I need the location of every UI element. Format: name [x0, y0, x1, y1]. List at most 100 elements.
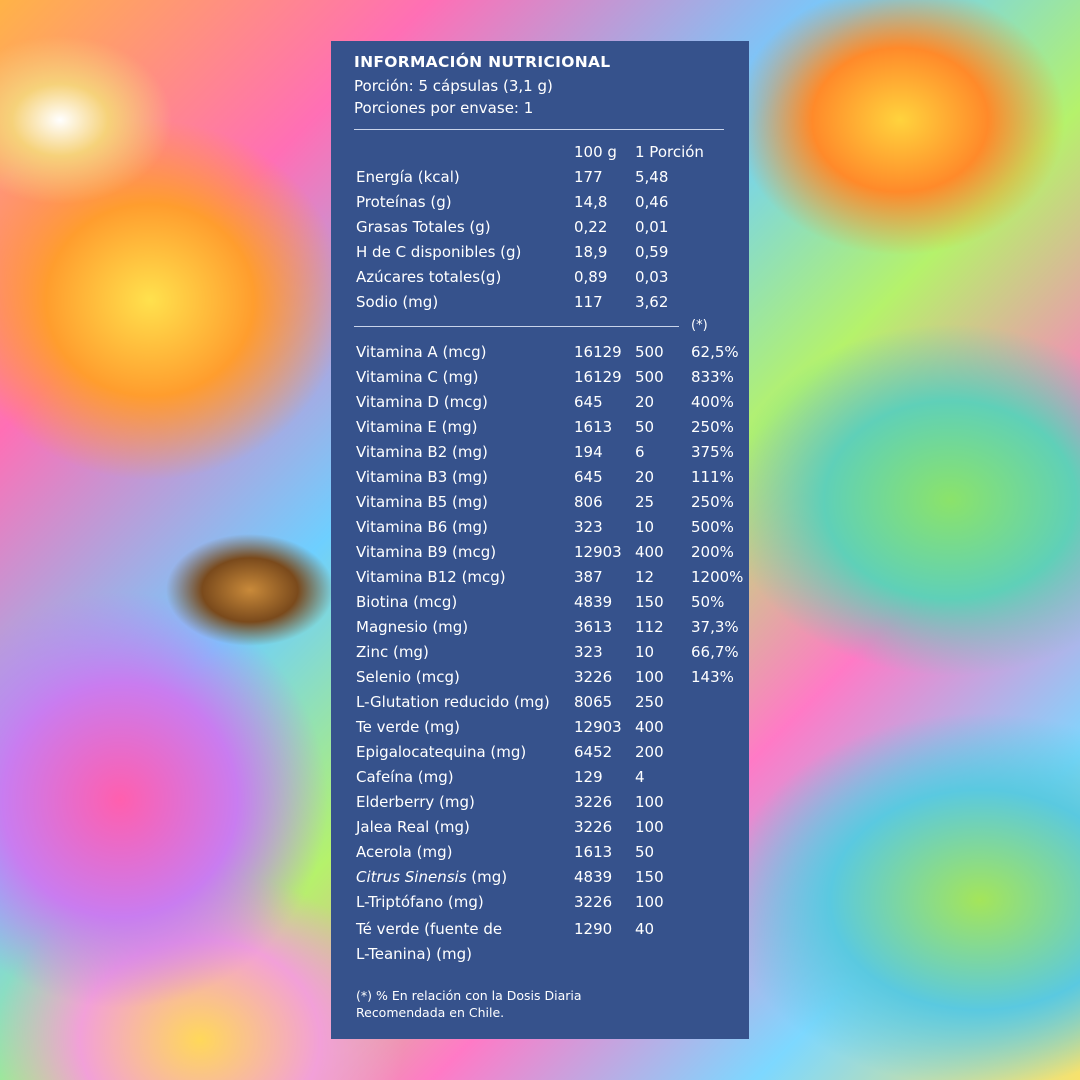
item-name: Sodio (mg) [356, 293, 439, 311]
item-dose-pct: 833% [691, 368, 734, 386]
table-row: Vitamina B3 (mg) 645 20 111% [331, 465, 749, 490]
item-name: Elderberry (mg) [356, 793, 475, 811]
table-row: Zinc (mg) 323 10 66,7% [331, 640, 749, 665]
item-per-portion: 400 [635, 718, 664, 736]
table-row: Jalea Real (mg) 3226 100 [331, 815, 749, 840]
item-name: L-Glutation reducido (mg) [356, 693, 550, 711]
item-name-suffix: (mg) [466, 868, 508, 886]
item-per-portion: 250 [635, 693, 664, 711]
table-row: Sodio (mg) 117 3,62 [331, 290, 749, 315]
item-per-portion: 0,03 [635, 268, 669, 286]
item-per-portion: 50 [635, 843, 655, 861]
item-name: Vitamina E (mg) [356, 418, 478, 436]
item-per-100g: 387 [574, 568, 603, 586]
item-name: Citrus Sinensis (mg) [356, 865, 507, 890]
item-per-100g: 194 [574, 443, 603, 461]
item-name: Acerola (mg) [356, 843, 453, 861]
item-per-portion: 6 [635, 443, 645, 461]
item-dose-pct: 66,7% [691, 643, 739, 661]
item-per-portion: 10 [635, 643, 655, 661]
item-per-100g: 16129 [574, 343, 622, 361]
item-per-portion: 100 [635, 668, 664, 686]
table-row: Vitamina B9 (mcg) 12903 400 200% [331, 540, 749, 565]
table-row: Proteínas (g) 14,8 0,46 [331, 190, 749, 215]
item-per-portion: 5,48 [635, 168, 669, 186]
item-per-100g: 12903 [574, 718, 622, 736]
item-per-portion: 40 [635, 920, 655, 938]
item-name: Te verde (mg) [356, 718, 460, 736]
table-row-continuation: L-Teanina) (mg) [331, 942, 749, 967]
item-per-100g: 16129 [574, 368, 622, 386]
table-row: Grasas Totales (g) 0,22 0,01 [331, 215, 749, 240]
footnote: (*) % En relación con la Dosis Diaria Re… [356, 987, 696, 1021]
item-dose-pct: 111% [691, 468, 734, 486]
table-row: Vitamina D (mcg) 645 20 400% [331, 390, 749, 415]
item-dose-pct: 250% [691, 493, 734, 511]
divider-middle [354, 326, 679, 327]
item-per-100g: 4839 [574, 593, 613, 611]
item-per-portion: 150 [635, 868, 664, 886]
item-per-100g: 18,9 [574, 243, 608, 261]
nutrition-panel: INFORMACIÓN NUTRICIONAL Porción: 5 cápsu… [331, 41, 749, 1039]
item-per-100g: 323 [574, 518, 603, 536]
item-per-100g: 12903 [574, 543, 622, 561]
item-name: Vitamina A (mcg) [356, 343, 487, 361]
table-row: Vitamina E (mg) 1613 50 250% [331, 415, 749, 440]
item-dose-pct: 200% [691, 543, 734, 561]
table-row: Vitamina B12 (mcg) 387 12 1200% [331, 565, 749, 590]
table-row: L-Triptófano (mg) 3226 100 [331, 890, 749, 915]
item-name: Azúcares totales(g) [356, 268, 502, 286]
item-name: Vitamina B12 (mcg) [356, 568, 506, 586]
item-dose-pct: 62,5% [691, 343, 739, 361]
item-per-portion: 50 [635, 418, 655, 436]
item-name: Magnesio (mg) [356, 618, 469, 636]
item-name: H de C disponibles (g) [356, 243, 522, 261]
table-row: Te verde (mg) 12903 400 [331, 715, 749, 740]
table-row: Vitamina B5 (mg) 806 25 250% [331, 490, 749, 515]
item-name: Vitamina B9 (mcg) [356, 543, 497, 561]
table-row: H de C disponibles (g) 18,9 0,59 [331, 240, 749, 265]
item-dose-pct: 400% [691, 393, 734, 411]
item-per-100g: 3613 [574, 618, 613, 636]
item-per-100g: 1613 [574, 843, 613, 861]
serving-size: Porción: 5 cápsulas (3,1 g) [354, 77, 553, 95]
header-dose-pct: (*) [691, 318, 708, 333]
item-name-cont: L-Teanina) (mg) [356, 945, 472, 963]
table-row: Vitamina B6 (mg) 323 10 500% [331, 515, 749, 540]
item-per-portion: 20 [635, 393, 655, 411]
item-name: Vitamina C (mg) [356, 368, 479, 386]
item-name: Epigalocatequina (mg) [356, 743, 527, 761]
item-dose-pct: 37,3% [691, 618, 739, 636]
item-per-portion: 150 [635, 593, 664, 611]
table-row: Cafeína (mg) 129 4 [331, 765, 749, 790]
item-per-portion: 500 [635, 343, 664, 361]
item-per-portion: 112 [635, 618, 664, 636]
item-name: Cafeína (mg) [356, 768, 454, 786]
item-per-portion: 100 [635, 818, 664, 836]
item-per-100g: 0,89 [574, 268, 608, 286]
item-name: Biotina (mcg) [356, 593, 458, 611]
item-name: Proteínas (g) [356, 193, 452, 211]
item-per-portion: 0,46 [635, 193, 669, 211]
item-per-portion: 100 [635, 793, 664, 811]
item-per-100g: 6452 [574, 743, 613, 761]
item-name: Vitamina B3 (mg) [356, 468, 488, 486]
item-per-portion: 500 [635, 368, 664, 386]
item-per-100g: 3226 [574, 668, 613, 686]
item-name: Té verde (fuente de [356, 920, 503, 938]
table-row: Vitamina A (mcg) 16129 500 62,5% [331, 340, 749, 365]
item-dose-pct: 1200% [691, 568, 744, 586]
table-row: Té verde (fuente de 1290 40 [331, 917, 749, 942]
table-row: Citrus Sinensis (mg) 4839 150 [331, 865, 749, 890]
item-per-100g: 1290 [574, 920, 613, 938]
table-row: Epigalocatequina (mg) 6452 200 [331, 740, 749, 765]
item-dose-pct: 375% [691, 443, 734, 461]
item-per-portion: 200 [635, 743, 664, 761]
item-name: L-Triptófano (mg) [356, 893, 484, 911]
item-per-100g: 323 [574, 643, 603, 661]
header-portion: 1 Porción [635, 143, 704, 161]
item-name: Jalea Real (mg) [356, 818, 470, 836]
item-per-portion: 3,62 [635, 293, 669, 311]
table-row: Elderberry (mg) 3226 100 [331, 790, 749, 815]
item-per-100g: 3226 [574, 793, 613, 811]
